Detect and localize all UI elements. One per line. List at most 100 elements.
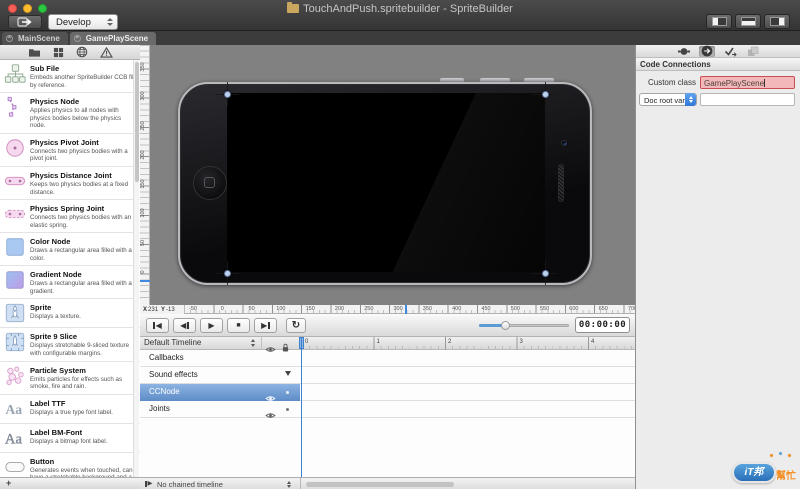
- selection-handle-top-right[interactable]: [541, 90, 549, 98]
- palette-item-label-bm-font[interactable]: Aa Label BM-Font Displays a bitmap font la…: [0, 424, 140, 453]
- timeline-row-label: Joints: [149, 404, 170, 413]
- timeline-row-ccnode[interactable]: CCNode: [140, 384, 635, 401]
- palette-item-sub-file[interactable]: Sub File Embeds another SpriteBuilder CCB…: [0, 60, 140, 94]
- next-frame-button[interactable]: ▶: [254, 318, 277, 333]
- tab-close-icon[interactable]: ×: [6, 35, 13, 42]
- timeline-horizontal-scrollbar[interactable]: [306, 481, 454, 487]
- document-folder-icon: [287, 2, 300, 13]
- palette-item-physics-pivot-joint[interactable]: Physics Pivot Joint Connects two physics …: [0, 134, 140, 167]
- selection-handle-bottom-right[interactable]: [541, 269, 549, 277]
- sprite9-icon: [4, 331, 26, 353]
- panel-visibility-toggles: [706, 14, 790, 29]
- iphone-home-button: [193, 166, 227, 200]
- spring-joint-icon: [4, 203, 26, 225]
- palette-item-gradient-node[interactable]: Gradient Node Draws a rectangular area fi…: [0, 266, 140, 300]
- palette-item-title: Physics Spring Joint: [30, 204, 105, 214]
- palette-item-sprite-9-slice[interactable]: Sprite 9 Slice Displays stretchable 9-sli…: [0, 328, 140, 362]
- v-ruler-label: 0: [140, 270, 146, 274]
- palette-item-title: Label TTF: [30, 398, 66, 408]
- playhead-line[interactable]: [301, 337, 302, 477]
- environment-dropdown[interactable]: Develop: [48, 14, 118, 30]
- slider-knob[interactable]: [501, 321, 510, 330]
- first-frame-button[interactable]: ◀: [146, 318, 169, 333]
- selection-handle-bottom-left[interactable]: [223, 269, 231, 277]
- v-ruler-label: 100: [140, 208, 146, 218]
- palette-item-sprite[interactable]: Sprite Displays a texture.: [0, 299, 140, 329]
- palette-item-title: Sprite 9 Slice: [30, 332, 78, 342]
- inspector-toolbar: [636, 45, 800, 58]
- palette-item-description: Generates events when touched, can have …: [30, 466, 133, 477]
- document-tab-bar: × MainScene × GamePlayScene: [0, 31, 800, 45]
- lock-state-dot[interactable]: [286, 408, 289, 411]
- selection-handle-top-left[interactable]: [223, 90, 231, 98]
- palette-item-description: Draws a rectangular area filled with a g…: [30, 280, 132, 295]
- h-ruler-label: 0: [220, 306, 224, 312]
- gradient-node-icon: [4, 269, 26, 291]
- h-ruler-label: 50: [248, 306, 255, 312]
- v-ruler-label: 200: [140, 150, 146, 160]
- cursor-coordinates: X 231 Y -13: [140, 305, 185, 314]
- cursor-x-marker: [405, 305, 407, 314]
- toggle-left-panel-button[interactable]: [706, 14, 732, 29]
- palette-item-description: Embeds another SpriteBuilder CCB file by…: [30, 74, 137, 89]
- palette-item-description: Connects two physics bodies with a pivot…: [30, 147, 128, 163]
- palette-scrollbar[interactable]: [133, 60, 139, 477]
- timeline-row-joints[interactable]: Joints: [140, 401, 635, 418]
- expand-triangle-icon[interactable]: [285, 371, 291, 376]
- palette-item-physics-spring-joint[interactable]: Physics Spring Joint Connects two physics…: [0, 200, 140, 234]
- palette-item-physics-distance-joint[interactable]: Physics Distance Joint Keeps two physics …: [0, 167, 140, 201]
- palette-item-title: Physics Distance Joint: [30, 170, 112, 180]
- chained-timeline-stepper-icon[interactable]: [287, 480, 291, 488]
- palette-item-label-ttf[interactable]: Aa Label TTF Displays a true type font lab…: [0, 395, 140, 424]
- callbacks-check-icon[interactable]: [722, 46, 738, 57]
- lock-state-dot[interactable]: [286, 391, 289, 394]
- timeline-time-ruler[interactable]: 0 1 2 3 4: [300, 337, 635, 350]
- previous-frame-button[interactable]: ◀: [173, 318, 196, 333]
- v-ruler-label: 350: [140, 62, 146, 72]
- tab-gameplayscene[interactable]: × GamePlayScene: [69, 32, 157, 45]
- node-library-palette: Sub File Embeds another SpriteBuilder CCB…: [0, 60, 140, 477]
- custom-class-input[interactable]: GamePlayScene: [700, 76, 795, 89]
- palette-item-particle-system[interactable]: Particle System Emits particles for effec…: [0, 362, 140, 395]
- folder-icon[interactable]: [27, 46, 42, 58]
- node-library-grid-icon[interactable]: [51, 46, 66, 58]
- timeline-row-callbacks[interactable]: Callbacks: [140, 350, 635, 367]
- globe-icon[interactable]: [75, 46, 90, 58]
- v-ruler-label: 300: [140, 91, 146, 101]
- h-ruler-label: 600: [569, 306, 579, 312]
- coord-x-value: 231: [148, 306, 159, 313]
- pivot-joint-icon: [4, 137, 26, 159]
- iphone-screen-stage[interactable]: [227, 93, 545, 272]
- timeline-ruler-label: 4: [591, 339, 595, 345]
- palette-scrollbar-thumb[interactable]: [135, 62, 139, 182]
- node-properties-icon[interactable]: [676, 46, 692, 57]
- doc-root-var-input[interactable]: [700, 93, 795, 106]
- button-icon: [4, 456, 26, 477]
- chained-timeline-label[interactable]: No chained timeline: [157, 480, 223, 489]
- add-item-button[interactable]: +: [6, 478, 11, 488]
- play-button[interactable]: ▶: [200, 318, 223, 333]
- palette-item-description: Applies physics to all nodes with physic…: [30, 107, 122, 130]
- stop-button[interactable]: ■: [227, 318, 250, 333]
- timeline-selector-stepper-icon[interactable]: [251, 339, 255, 347]
- toggle-right-panel-button[interactable]: [764, 14, 790, 29]
- publish-button[interactable]: [8, 15, 42, 29]
- timeline-row-sound-effects[interactable]: Sound effects: [140, 367, 635, 384]
- timeline-panel: Default Timeline 0 1 2 3 4 Callbacks Sound ef…: [140, 337, 635, 477]
- tab-mainscene[interactable]: × MainScene: [2, 32, 68, 45]
- timeline-zoom-slider[interactable]: [479, 321, 569, 330]
- timeline-selector-dropdown[interactable]: Default Timeline: [144, 338, 201, 347]
- doc-root-var-dropdown[interactable]: Doc root var: [639, 93, 697, 106]
- palette-item-physics-node[interactable]: Physics Node Applies physics to all nodes…: [0, 93, 140, 134]
- chained-timeline-bar: ▶ No chained timeline: [140, 477, 635, 489]
- warning-icon[interactable]: [99, 46, 114, 58]
- loop-playback-button[interactable]: ↻: [286, 318, 306, 333]
- code-connections-icon[interactable]: [699, 45, 715, 57]
- palette-item-color-node[interactable]: Color Node Draws a rectangular area fille…: [0, 233, 140, 267]
- visibility-eye-icon[interactable]: [265, 406, 276, 424]
- stage-canvas[interactable]: 350 300 250 200 150 100 50 0: [140, 45, 635, 305]
- toggle-bottom-panel-button[interactable]: [735, 14, 761, 29]
- tab-close-icon[interactable]: ×: [73, 35, 81, 42]
- templates-icon[interactable]: [745, 46, 761, 57]
- palette-item-button[interactable]: Button Generates events when touched, can…: [0, 453, 140, 477]
